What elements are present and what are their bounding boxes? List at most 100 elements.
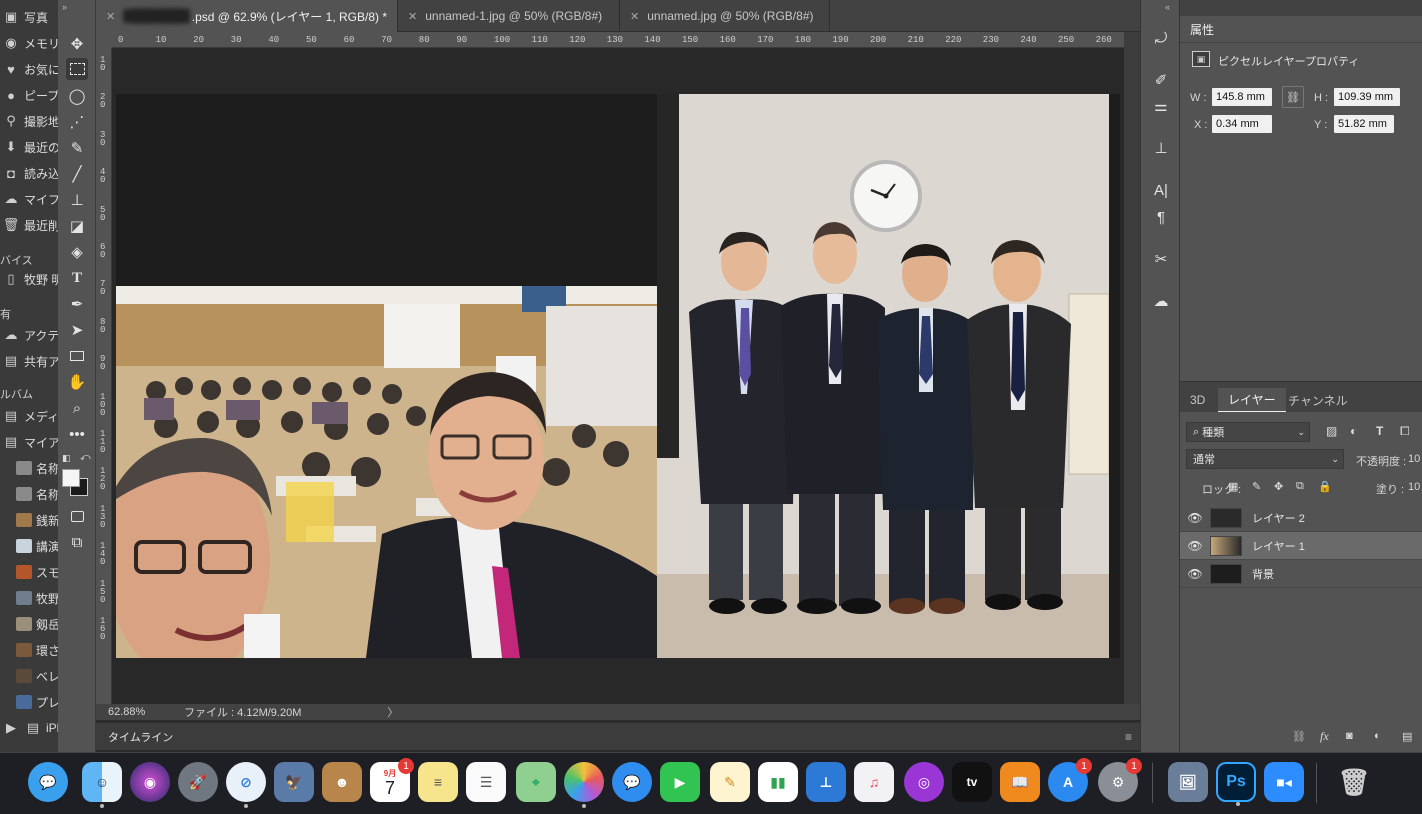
width-field[interactable]: 145.8 mm bbox=[1212, 88, 1272, 106]
tab-channels[interactable]: チャンネル bbox=[1278, 388, 1358, 412]
link-layers-icon[interactable]: ⛓ bbox=[1292, 730, 1306, 743]
trash-icon[interactable]: 🗑 bbox=[1334, 762, 1374, 802]
lock-image-icon[interactable]: ✎ bbox=[1252, 480, 1261, 493]
pages-icon[interactable]: ✎ bbox=[710, 762, 750, 802]
filter-adjustment-icon[interactable]: ◐ bbox=[1350, 424, 1357, 438]
collapse-panels-icon[interactable]: « bbox=[1165, 2, 1170, 12]
lock-artboard-icon[interactable]: ⧉ bbox=[1296, 480, 1304, 493]
quick-mask-icon[interactable] bbox=[66, 505, 88, 527]
lock-transparency-icon[interactable]: ▦ bbox=[1228, 480, 1238, 493]
messages-icon[interactable]: 💬 bbox=[612, 762, 652, 802]
screen-mode-icon[interactable]: ⧉ bbox=[66, 531, 88, 553]
safari-icon[interactable]: ⊘ bbox=[226, 762, 266, 808]
link-dimensions-icon[interactable]: ⛓ bbox=[1282, 86, 1304, 108]
more-tools-icon[interactable]: ••• bbox=[66, 423, 88, 445]
character-icon[interactable]: A| bbox=[1151, 180, 1171, 200]
paragraph-icon[interactable]: ¶ bbox=[1151, 207, 1171, 227]
move-tool-icon[interactable]: ✥ bbox=[66, 33, 88, 55]
clone-source-icon[interactable]: ⊥ bbox=[1151, 138, 1171, 158]
vertical-ruler[interactable]: 10 20 30 40 50 60 70 80 90 100 110 120 130 140 150 160 bbox=[96, 48, 112, 704]
album-item[interactable]: 名称 bbox=[0, 483, 58, 505]
tab-properties[interactable]: 属性 bbox=[1180, 16, 1225, 42]
brush-settings-icon[interactable]: ✐ bbox=[1151, 70, 1171, 90]
swap-colors-icon[interactable]: ⤺ bbox=[80, 452, 91, 463]
contacts-icon[interactable]: ☻ bbox=[322, 762, 362, 802]
siri-icon[interactable]: ◉ bbox=[130, 762, 170, 802]
canvas-vertical-scrollbar[interactable] bbox=[1124, 32, 1140, 720]
collapse-toolbar-icon[interactable]: » bbox=[62, 2, 67, 12]
album-item[interactable]: 剱岳 bbox=[0, 613, 58, 635]
pen-tool-icon[interactable]: ✒ bbox=[66, 293, 88, 315]
marquee-tool-icon[interactable] bbox=[66, 58, 88, 80]
path-selection-tool-icon[interactable]: ➤ bbox=[66, 319, 88, 341]
close-tab-icon[interactable]: ✕ bbox=[106, 10, 115, 23]
ruler-origin[interactable] bbox=[96, 32, 112, 48]
album-item[interactable]: 銭新 bbox=[0, 509, 58, 531]
zoom-tool-icon[interactable]: ⌕ bbox=[66, 397, 88, 419]
paint-bucket-tool-icon[interactable]: ◈ bbox=[66, 241, 88, 263]
status-menu-arrow[interactable]: 〉 bbox=[387, 704, 398, 720]
adjustments-icon[interactable]: ⚌ bbox=[1151, 96, 1171, 116]
foreground-color-swatch[interactable] bbox=[62, 469, 80, 487]
hand-tool-icon[interactable]: ✋ bbox=[66, 371, 88, 393]
x-field[interactable]: 0.34 mm bbox=[1212, 115, 1272, 133]
maps-icon[interactable]: ⌖ bbox=[516, 762, 556, 802]
layer-filter-dropdown[interactable]: ⌕ 種類 ⌄ bbox=[1186, 422, 1310, 442]
y-field[interactable]: 51.82 mm bbox=[1334, 115, 1394, 133]
tab-unnamed-1[interactable]: ✕ unnamed-1.jpg @ 50% (RGB/8#) bbox=[398, 0, 620, 32]
close-tab-icon[interactable]: ✕ bbox=[630, 10, 639, 23]
calendar-icon[interactable]: 9月 7 1 bbox=[370, 758, 414, 802]
messages-app-icon[interactable]: 💬 bbox=[28, 762, 68, 802]
app-store-icon[interactable]: A1 bbox=[1048, 758, 1092, 802]
album-item[interactable]: スモ bbox=[0, 561, 58, 583]
launchpad-icon[interactable]: 🚀 bbox=[178, 762, 218, 802]
layer-row-layer-2[interactable]: 👁 レイヤー 2 bbox=[1180, 504, 1422, 532]
layer-row-background[interactable]: 👁 背景 bbox=[1180, 560, 1422, 588]
adjustment-layer-icon[interactable]: ◐ bbox=[1374, 730, 1381, 742]
sidebar-item-activity[interactable]: ☁ アクテ bbox=[0, 324, 59, 346]
tab-unnamed[interactable]: ✕ unnamed.jpg @ 50% (RGB/8#) bbox=[620, 0, 830, 32]
eye-icon[interactable]: 👁 bbox=[1180, 567, 1210, 581]
stamp-tool-icon[interactable]: ⊥ bbox=[66, 189, 88, 211]
opacity-value[interactable]: 10 bbox=[1408, 453, 1420, 465]
photos-icon[interactable] bbox=[564, 762, 604, 808]
lock-all-icon[interactable]: 🔒 bbox=[1318, 480, 1332, 493]
layer-style-icon[interactable]: fx bbox=[1320, 729, 1329, 744]
sidebar-item-recently-deleted[interactable]: 🗑 最近削 bbox=[0, 214, 58, 236]
lasso-tool-icon[interactable]: ◯ bbox=[66, 85, 88, 107]
filter-pixel-icon[interactable]: ▨ bbox=[1326, 424, 1337, 438]
brush-tool-icon[interactable]: ╱ bbox=[66, 163, 88, 185]
podcasts-icon[interactable]: ◎ bbox=[904, 762, 944, 802]
album-item[interactable]: 名称 bbox=[0, 457, 58, 479]
sidebar-item-media[interactable]: ▤ メディ bbox=[0, 405, 58, 427]
music-icon[interactable]: ♫ bbox=[854, 762, 894, 802]
zoom-level[interactable]: 62.88% bbox=[108, 706, 184, 718]
album-item[interactable]: プレ bbox=[0, 691, 58, 713]
finder-icon[interactable]: ☺ bbox=[82, 762, 122, 808]
photo-seminar-selfie[interactable] bbox=[116, 286, 657, 658]
numbers-icon[interactable]: ▮▮ bbox=[758, 762, 798, 802]
books-icon[interactable]: 📖 bbox=[1000, 762, 1040, 802]
sidebar-item-photos[interactable]: ▣ 写真 bbox=[0, 6, 48, 28]
sidebar-item-import[interactable]: ◘ 読み込 bbox=[0, 162, 58, 184]
notes-icon[interactable]: ≡ bbox=[418, 762, 458, 802]
quick-selection-tool-icon[interactable]: ⋰ bbox=[66, 111, 88, 133]
preview-icon[interactable]: 🖼 bbox=[1168, 762, 1208, 802]
fill-value[interactable]: 10 bbox=[1408, 481, 1420, 493]
canvas-area[interactable] bbox=[112, 48, 1124, 704]
tab-3d[interactable]: 3D bbox=[1180, 388, 1215, 412]
libraries-icon[interactable]: ☁ bbox=[1151, 291, 1171, 311]
eye-icon[interactable]: 👁 bbox=[1180, 539, 1210, 553]
system-preferences-icon[interactable]: ⚙ 1 bbox=[1098, 758, 1142, 802]
eraser-tool-icon[interactable]: ◪ bbox=[66, 215, 88, 237]
sidebar-item-device[interactable]: ▯ 牧野 明 bbox=[0, 268, 58, 290]
horizontal-ruler[interactable]: 0 10 20 30 40 50 60 70 80 90 100 110 120 130 140 150 160… bbox=[112, 32, 1124, 48]
document-canvas[interactable] bbox=[116, 94, 1120, 658]
sidebar-item-places[interactable]: ⚲ 撮影地 bbox=[0, 110, 58, 132]
album-item[interactable]: 牧野 bbox=[0, 587, 58, 609]
add-mask-icon[interactable]: ◙ bbox=[1346, 730, 1353, 742]
eye-icon[interactable]: 👁 bbox=[1180, 511, 1210, 525]
sidebar-item-memories[interactable]: ◉ メモリ bbox=[0, 32, 58, 54]
sidebar-item-iphone[interactable]: ▶▤iPh bbox=[0, 717, 58, 739]
type-tool-icon[interactable]: T bbox=[66, 267, 88, 289]
